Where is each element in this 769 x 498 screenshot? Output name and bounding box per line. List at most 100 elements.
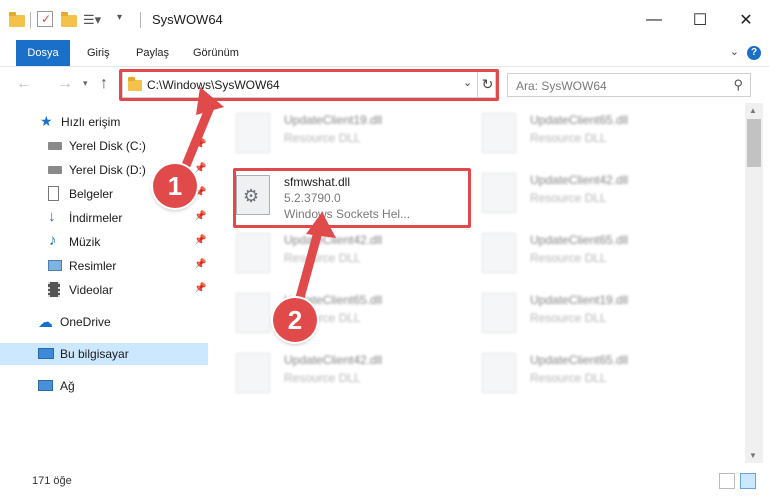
drive-icon — [48, 142, 62, 150]
file-type: Resource DLL — [284, 131, 361, 145]
sidebar-item-label: İndirmeler — [69, 211, 123, 225]
up-arrow-icon[interactable]: ↑ — [100, 75, 108, 93]
sidebar-item-this-pc[interactable]: Bu bilgisayar — [0, 343, 208, 365]
file-name: UpdateClient19.dll — [530, 293, 629, 307]
file-highlight-box — [233, 168, 471, 228]
divider — [140, 12, 141, 28]
pin-icon[interactable]: 📌 — [194, 211, 206, 222]
dll-file-icon — [236, 353, 270, 393]
tab-dosya[interactable]: Dosya — [16, 40, 70, 66]
sidebar-item-label: Videolar — [69, 283, 113, 297]
dll-file-icon — [236, 113, 270, 153]
customize-view-icon[interactable]: ☰▾ — [83, 12, 101, 30]
divider — [30, 12, 31, 28]
sidebar-item-pictures[interactable]: Resimler 📌 — [0, 255, 208, 277]
scroll-up-icon[interactable]: ▲ — [749, 106, 757, 115]
file-name: UpdateClient42.dll — [284, 353, 383, 367]
window-title: SysWOW64 — [152, 12, 223, 27]
item-count: 171 öğe — [32, 475, 72, 487]
sidebar-item-label: Bu bilgisayar — [60, 347, 129, 361]
dll-file-icon — [482, 293, 516, 333]
file-name: UpdateClient65.dll — [530, 353, 629, 367]
dll-file-icon — [236, 293, 270, 333]
file-tile[interactable]: UpdateClient65.dll Resource DLL — [482, 229, 722, 279]
scroll-thumb[interactable] — [747, 119, 761, 167]
new-folder-icon[interactable] — [61, 12, 77, 27]
file-name: UpdateClient42.dll — [530, 173, 629, 187]
file-tile[interactable]: UpdateClient65.dll Resource DLL — [482, 349, 722, 399]
dll-file-icon — [236, 233, 270, 273]
sidebar-item-label: Yerel Disk (C:) — [69, 139, 146, 153]
sidebar-item-label: Yerel Disk (D:) — [69, 163, 146, 177]
dll-file-icon — [482, 173, 516, 213]
file-name: UpdateClient19.dll — [284, 113, 383, 127]
forward-arrow-icon[interactable]: → — [57, 75, 73, 93]
title-bar: ✓ ☰▾ ▾ SysWOW64 — ☐ ✕ — [0, 0, 769, 40]
sidebar-item-label: Ağ — [60, 379, 75, 393]
sidebar-item-label: Resimler — [69, 259, 117, 273]
file-type: Resource DLL — [530, 371, 607, 385]
file-tile[interactable]: UpdateClient19.dll Resource DLL — [482, 289, 722, 339]
search-icon[interactable]: ⚲ — [733, 77, 743, 93]
callout-badge-two: 2 — [273, 298, 317, 342]
pin-icon[interactable]: 📌 — [194, 235, 206, 246]
download-arrow-icon: ↓ — [48, 208, 56, 225]
sidebar-item-music[interactable]: ♪ Müzik 📌 — [0, 231, 208, 253]
vertical-scrollbar[interactable]: ▲ ▼ — [745, 103, 763, 463]
properties-icon[interactable]: ✓ — [37, 11, 53, 27]
pin-icon[interactable]: 📌 — [194, 283, 206, 294]
minimize-button[interactable]: — — [631, 0, 677, 40]
status-bar: 171 öğe — [0, 466, 769, 498]
computer-icon — [38, 348, 54, 359]
dll-file-icon — [482, 233, 516, 273]
file-type: Resource DLL — [530, 311, 607, 325]
help-button[interactable]: ? — [747, 46, 761, 60]
dll-file-icon — [482, 353, 516, 393]
file-type: Resource DLL — [530, 251, 607, 265]
tab-paylas[interactable]: Paylaş — [136, 40, 169, 66]
callout-badge-one: 1 — [153, 164, 197, 208]
drive-icon — [48, 166, 62, 174]
file-tile[interactable]: UpdateClient42.dll Resource DLL — [482, 169, 722, 219]
quick-access-dropdown-icon[interactable]: ▾ — [117, 12, 122, 30]
ribbon-expand-icon[interactable]: ⌄ — [730, 45, 739, 58]
maximize-button[interactable]: ☐ — [677, 0, 723, 40]
tab-giris[interactable]: Giriş — [87, 40, 110, 66]
file-type: Resource DLL — [530, 191, 607, 205]
cloud-icon: ☁ — [38, 314, 53, 331]
recent-locations-icon[interactable]: ▾ — [83, 78, 88, 89]
file-tile[interactable]: UpdateClient42.dll Resource DLL — [236, 349, 476, 399]
file-type: Resource DLL — [284, 371, 361, 385]
folder-icon — [9, 12, 25, 27]
file-type: Resource DLL — [530, 131, 607, 145]
music-note-icon: ♪ — [49, 232, 57, 249]
file-tile[interactable]: UpdateClient19.dll Resource DLL — [236, 109, 476, 159]
file-tile[interactable]: UpdateClient65.dll Resource DLL — [482, 109, 722, 159]
details-view-icon[interactable] — [719, 473, 735, 489]
sidebar-item-label: Hızlı erişim — [61, 115, 121, 129]
search-box[interactable]: Ara: SysWOW64 ⚲ — [507, 73, 751, 97]
tiles-view-icon[interactable] — [740, 473, 756, 489]
network-icon — [38, 380, 53, 391]
pin-icon[interactable]: 📌 — [194, 259, 206, 270]
pictures-icon — [48, 260, 62, 271]
sidebar-item-downloads[interactable]: ↓ İndirmeler 📌 — [0, 207, 208, 229]
tab-gorunum[interactable]: Görünüm — [193, 40, 239, 66]
close-button[interactable]: ✕ — [723, 0, 769, 40]
file-name: UpdateClient65.dll — [530, 233, 629, 247]
back-arrow-icon[interactable]: ← — [16, 75, 32, 93]
document-icon — [48, 186, 59, 201]
file-name: UpdateClient65.dll — [530, 113, 629, 127]
ribbon-tabs: Dosya Giriş Paylaş Görünüm ⌄ ? — [0, 40, 769, 67]
dll-file-icon — [482, 113, 516, 153]
file-tile[interactable]: UpdateClient65.dll Resource DLL — [236, 289, 476, 339]
file-tile[interactable]: UpdateClient42.dll Resource DLL — [236, 229, 476, 279]
search-input[interactable]: Ara: SysWOW64 — [516, 79, 607, 93]
sidebar-item-label: Müzik — [69, 235, 101, 249]
sidebar-item-videos[interactable]: Videolar 📌 — [0, 279, 208, 301]
sidebar-item-onedrive[interactable]: ☁ OneDrive — [0, 311, 208, 333]
star-icon: ★ — [40, 113, 53, 129]
film-icon — [48, 282, 60, 297]
scroll-down-icon[interactable]: ▼ — [749, 451, 757, 460]
sidebar-item-network[interactable]: Ağ — [0, 375, 208, 397]
